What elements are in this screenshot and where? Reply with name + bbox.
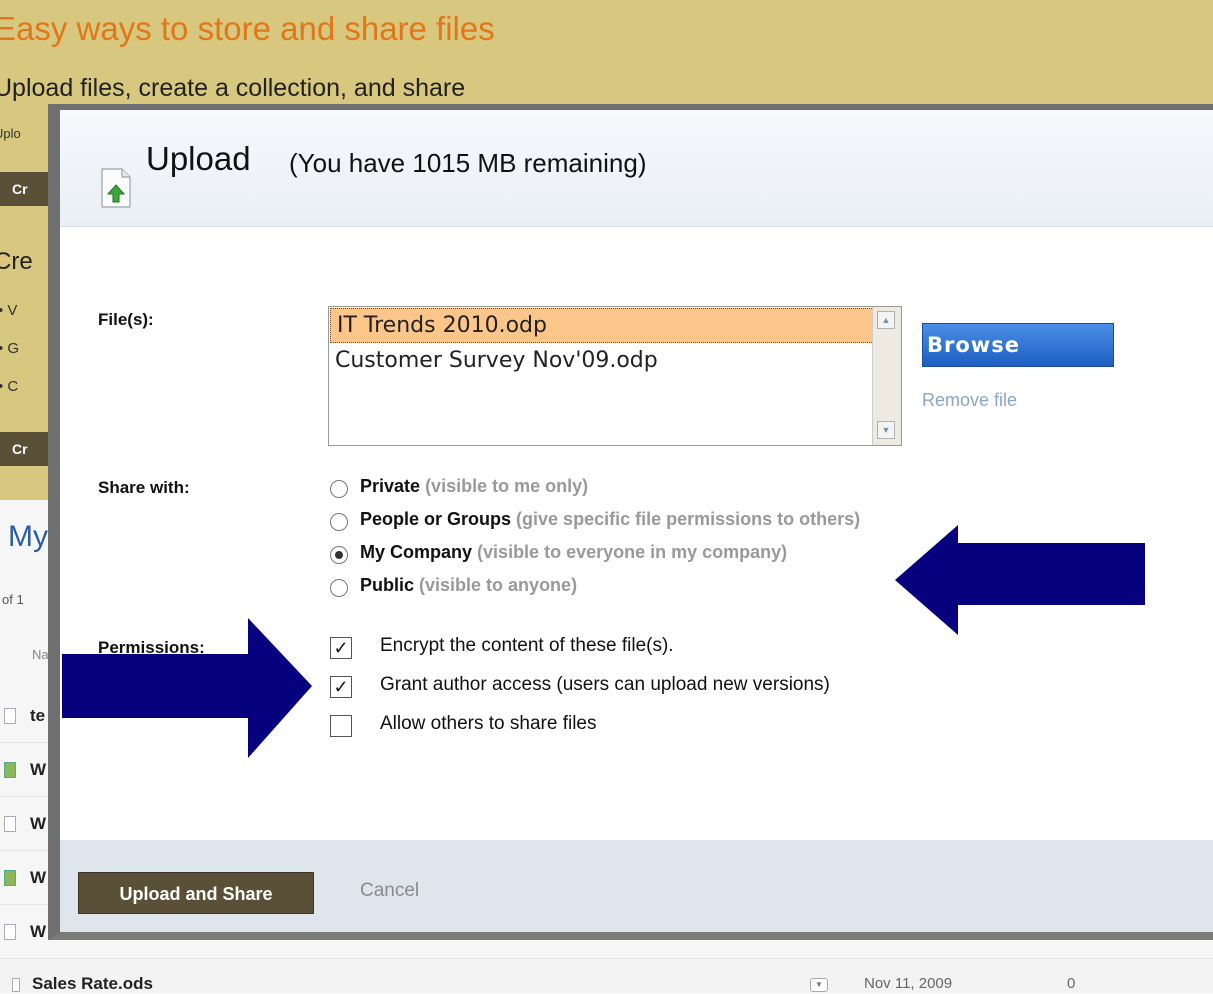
file-icon bbox=[4, 816, 16, 832]
upload-dialog: Upload (You have 1015 MB remaining) File… bbox=[48, 104, 1213, 940]
file-icon bbox=[4, 708, 16, 724]
radio-people-groups[interactable] bbox=[330, 513, 348, 531]
file-list[interactable]: IT Trends 2010.odp Customer Survey Nov'0… bbox=[328, 306, 902, 446]
share-option-name: People or Groups bbox=[360, 509, 512, 529]
file-list-item[interactable]: Customer Survey Nov'09.odp bbox=[329, 344, 901, 377]
dialog-footer: Upload and Share Cancel bbox=[60, 840, 1213, 932]
cancel-link[interactable]: Cancel bbox=[360, 880, 419, 902]
file-icon bbox=[12, 978, 20, 992]
browse-button[interactable]: Browse bbox=[922, 323, 1114, 367]
file-list-item-selected[interactable]: IT Trends 2010.odp bbox=[330, 308, 900, 343]
file-list-scrollbar[interactable]: ▲ ▼ bbox=[872, 307, 901, 445]
upload-file-icon bbox=[101, 168, 131, 208]
checkbox-encrypt[interactable]: ✓ bbox=[330, 637, 352, 659]
file-name[interactable]: W bbox=[30, 760, 46, 780]
checkbox-author-access[interactable]: ✓ bbox=[330, 676, 352, 698]
share-option-name: My Company bbox=[360, 542, 473, 562]
radio-my-company[interactable] bbox=[330, 546, 348, 564]
radio-private[interactable] bbox=[330, 480, 348, 498]
share-with-label: Share with: bbox=[98, 478, 190, 497]
hero-small-text: Uplo bbox=[0, 126, 21, 141]
hero-subtitle: Upload files, create a collection, and s… bbox=[0, 74, 466, 102]
column-header-name[interactable]: Na bbox=[32, 647, 49, 662]
file-name[interactable]: Sales Rate.ods bbox=[32, 974, 153, 994]
file-date: Nov 11, 2009 bbox=[864, 975, 953, 992]
bullet-item: • C bbox=[0, 378, 19, 395]
upload-and-share-button[interactable]: Upload and Share bbox=[78, 872, 314, 914]
file-name[interactable]: W bbox=[30, 868, 46, 888]
share-option-name: Private bbox=[360, 476, 421, 496]
bullet-item: • G bbox=[0, 340, 20, 357]
remove-file-link[interactable]: Remove file bbox=[922, 390, 1017, 411]
table-row[interactable]: Sales Rate.ods ▼ Nov 11, 2009 0 bbox=[0, 960, 1213, 993]
share-option-desc: (visible to me only) bbox=[425, 476, 589, 496]
file-name[interactable]: W bbox=[30, 814, 46, 834]
file-name[interactable]: W bbox=[30, 922, 46, 942]
annotation-arrow-right-icon bbox=[62, 618, 312, 758]
file-icon bbox=[4, 870, 16, 886]
my-files-heading: My bbox=[8, 520, 48, 553]
radio-public[interactable] bbox=[330, 579, 348, 597]
scroll-up-icon[interactable]: ▲ bbox=[877, 311, 895, 329]
share-option-desc: (give specific file permissions to other… bbox=[516, 509, 861, 529]
hero-title: Easy ways to store and share files bbox=[0, 10, 495, 47]
create-heading: Cre bbox=[0, 248, 33, 275]
checkbox-label: Encrypt the content of these file(s). bbox=[380, 635, 674, 656]
storage-quota: (You have 1015 MB remaining) bbox=[289, 148, 647, 178]
pager-text: of 1 bbox=[2, 592, 24, 607]
checkbox-label: Grant author access (users can upload ne… bbox=[380, 674, 830, 695]
checkbox-allow-sharing[interactable] bbox=[330, 715, 352, 737]
row-menu-icon[interactable]: ▼ bbox=[810, 978, 828, 992]
bullet-item: • V bbox=[0, 302, 18, 319]
scroll-down-icon[interactable]: ▼ bbox=[877, 421, 895, 439]
file-icon bbox=[4, 924, 16, 940]
file-count: 0 bbox=[1067, 975, 1076, 992]
file-name[interactable]: te bbox=[30, 706, 45, 726]
annotation-arrow-left-icon bbox=[895, 525, 1145, 635]
checkbox-label: Allow others to share files bbox=[380, 713, 597, 734]
file-icon bbox=[4, 762, 16, 778]
share-option-desc: (visible to anyone) bbox=[419, 575, 578, 595]
dialog-title: Upload bbox=[146, 140, 251, 177]
share-option-name: Public bbox=[360, 575, 415, 595]
dialog-header: Upload (You have 1015 MB remaining) bbox=[60, 110, 1213, 227]
files-label: File(s): bbox=[98, 310, 154, 329]
share-option-desc: (visible to everyone in my company) bbox=[477, 542, 788, 562]
